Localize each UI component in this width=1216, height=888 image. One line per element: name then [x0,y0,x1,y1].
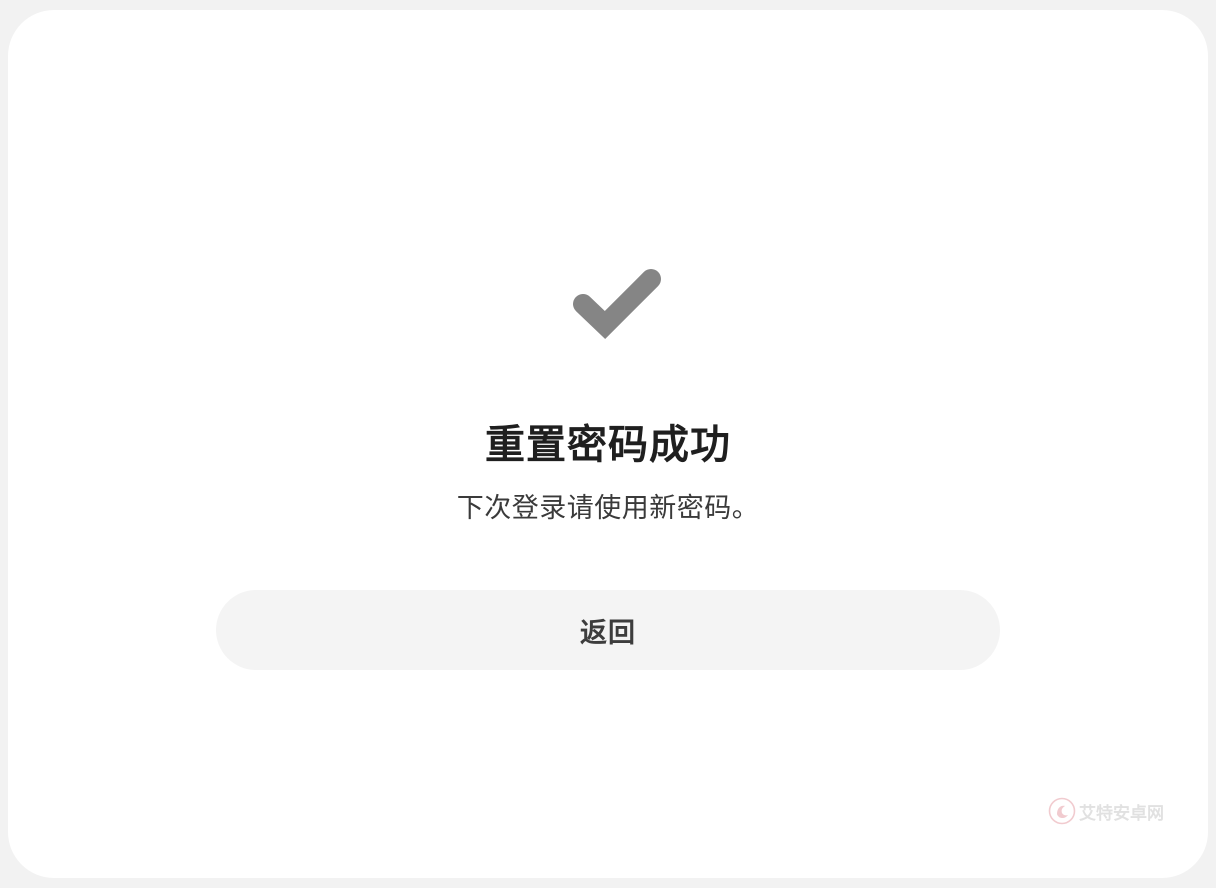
result-card: 重置密码成功 下次登录请使用新密码。 返回 艾特安卓网 [8,10,1208,878]
success-message: 下次登录请使用新密码。 [456,493,760,524]
watermark-logo-icon [1048,797,1076,825]
checkmark-icon [573,269,661,339]
watermark: 艾特安卓网 [1048,796,1164,826]
back-button[interactable]: 返回 [216,590,1000,670]
watermark-text: 艾特安卓网 [1079,803,1164,824]
success-title: 重置密码成功 [485,422,731,468]
